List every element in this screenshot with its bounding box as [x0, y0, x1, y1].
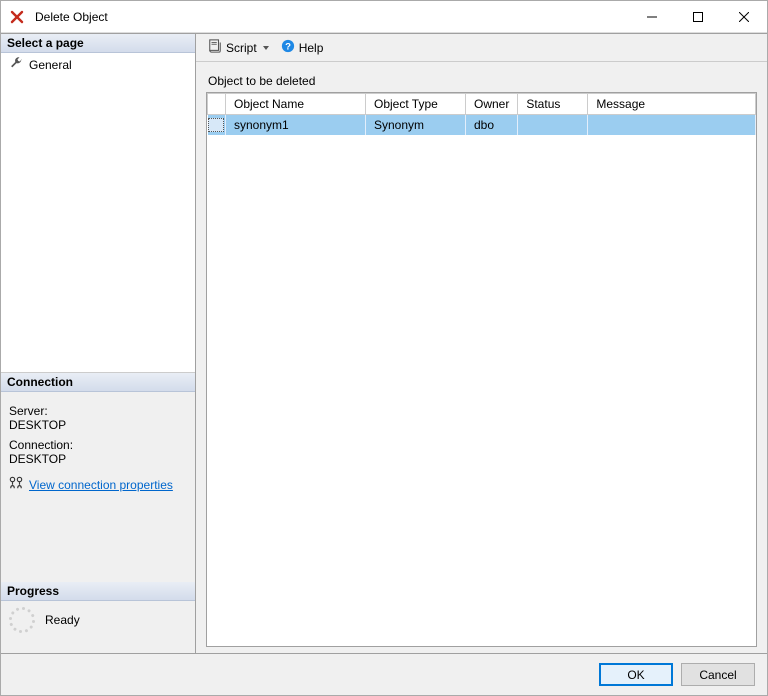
cancel-button[interactable]: Cancel	[681, 663, 755, 686]
objects-grid[interactable]: Object Name Object Type Owner Status Mes…	[206, 92, 757, 647]
sidebar-item-general[interactable]: General	[3, 55, 193, 74]
progress-block: Ready	[1, 601, 195, 653]
view-connection-properties-link[interactable]: View connection properties	[29, 478, 173, 492]
wrench-icon	[9, 56, 23, 73]
row-handle[interactable]	[208, 115, 226, 135]
server-label: Server:	[9, 404, 187, 418]
window-title: Delete Object	[33, 10, 629, 24]
help-button-label: Help	[299, 41, 324, 55]
col-object-type[interactable]: Object Type	[366, 94, 466, 115]
ok-button-label: OK	[627, 668, 644, 682]
titlebar: Delete Object	[1, 1, 767, 33]
grid-header-row: Object Name Object Type Owner Status Mes…	[208, 94, 756, 115]
content-pane: Script ? Help Object to be deleted	[196, 34, 767, 653]
maximize-button[interactable]	[675, 1, 721, 32]
progress-header: Progress	[1, 582, 195, 601]
script-button[interactable]: Script	[204, 37, 273, 58]
cancel-button-label: Cancel	[699, 668, 736, 682]
table-row[interactable]: synonym1 Synonym dbo	[208, 115, 756, 135]
cell-object-type: Synonym	[366, 115, 466, 135]
row-handle-header	[208, 94, 226, 115]
page-list: General	[1, 53, 195, 373]
svg-text:?: ?	[285, 42, 291, 53]
script-icon	[208, 39, 222, 56]
cell-status	[518, 115, 588, 135]
chevron-down-icon	[263, 46, 269, 50]
connection-properties-icon	[9, 476, 23, 493]
view-connection-row: View connection properties	[1, 472, 195, 503]
main-area: Select a page General Connection Server:…	[1, 33, 767, 653]
script-button-label: Script	[226, 41, 257, 55]
connection-header: Connection	[1, 373, 195, 392]
help-button[interactable]: ? Help	[277, 37, 328, 58]
progress-spinner-icon	[9, 607, 35, 633]
content-toolbar: Script ? Help	[196, 34, 767, 62]
connection-label: Connection:	[9, 438, 187, 452]
ok-button[interactable]: OK	[599, 663, 673, 686]
delete-icon	[1, 10, 33, 24]
connection-value: DESKTOP	[9, 452, 187, 466]
server-value: DESKTOP	[9, 418, 187, 432]
cell-object-name: synonym1	[226, 115, 366, 135]
progress-status: Ready	[45, 613, 80, 627]
col-message[interactable]: Message	[588, 94, 756, 115]
connection-block: Server: DESKTOP Connection: DESKTOP	[1, 392, 195, 472]
window-controls	[629, 1, 767, 32]
select-page-header: Select a page	[1, 34, 195, 53]
dialog-footer: OK Cancel	[1, 653, 767, 695]
content-body: Object to be deleted Object Name Object …	[196, 62, 767, 653]
close-button[interactable]	[721, 1, 767, 32]
help-icon: ?	[281, 39, 295, 56]
sidebar-item-label: General	[29, 58, 72, 72]
col-owner[interactable]: Owner	[466, 94, 518, 115]
section-label: Object to be deleted	[206, 74, 757, 88]
minimize-button[interactable]	[629, 1, 675, 32]
cell-message	[588, 115, 756, 135]
sidebar: Select a page General Connection Server:…	[1, 34, 196, 653]
col-status[interactable]: Status	[518, 94, 588, 115]
cell-owner: dbo	[466, 115, 518, 135]
col-object-name[interactable]: Object Name	[226, 94, 366, 115]
